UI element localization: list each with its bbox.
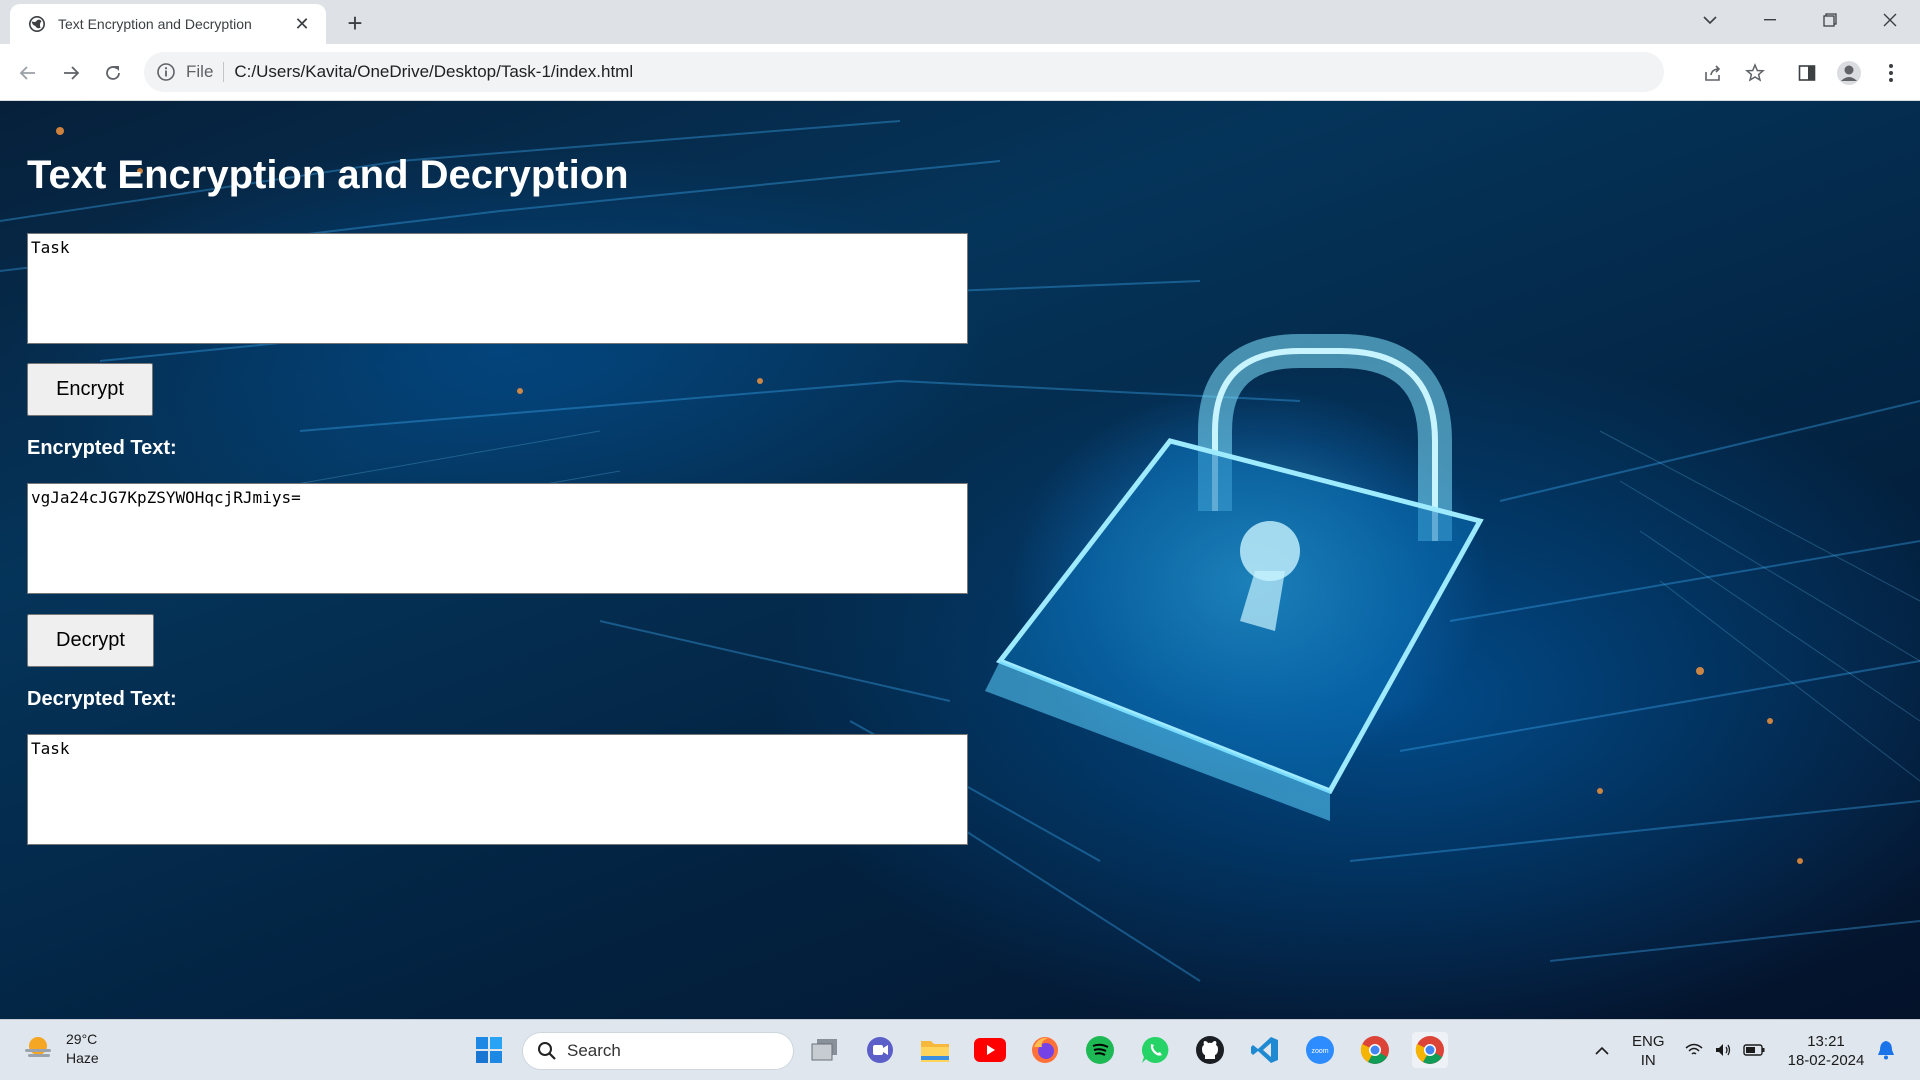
reload-button[interactable] bbox=[96, 56, 130, 90]
decrypted-output-textarea[interactable]: Task bbox=[27, 734, 968, 845]
chrome-active-icon[interactable] bbox=[1412, 1032, 1448, 1068]
weather-temperature: 29°C bbox=[66, 1031, 98, 1047]
side-panel-icon[interactable] bbox=[1790, 56, 1824, 90]
decrypted-text-label: Decrypted Text: bbox=[27, 688, 177, 710]
restore-button[interactable] bbox=[1800, 0, 1860, 40]
share-icon[interactable] bbox=[1696, 56, 1730, 90]
weather-haze-icon bbox=[25, 1037, 51, 1057]
task-view-icon[interactable] bbox=[807, 1032, 843, 1068]
tab-strip: Text Encryption and Decryption ✕ + bbox=[0, 0, 1920, 44]
close-tab-icon[interactable]: ✕ bbox=[290, 12, 314, 36]
whatsapp-icon[interactable] bbox=[1137, 1032, 1173, 1068]
zoom-icon[interactable]: zoom bbox=[1302, 1032, 1338, 1068]
encrypted-text-label: Encrypted Text: bbox=[27, 437, 177, 459]
encrypt-button[interactable]: Encrypt bbox=[27, 363, 153, 416]
github-icon[interactable] bbox=[1192, 1032, 1228, 1068]
file-explorer-icon[interactable] bbox=[917, 1032, 953, 1068]
region-code: IN bbox=[1640, 1052, 1656, 1069]
menu-dots-icon[interactable] bbox=[1874, 56, 1908, 90]
page-title: Text Encryption and Decryption bbox=[27, 153, 629, 197]
weather-widget[interactable]: 29°C Haze bbox=[22, 1030, 99, 1068]
bookmark-star-icon[interactable] bbox=[1738, 56, 1772, 90]
weather-description: Haze bbox=[66, 1050, 99, 1066]
start-icon[interactable] bbox=[471, 1032, 507, 1068]
encrypted-output-textarea[interactable]: vgJa24cJG7KpZSYWOHqcjRJmiys= bbox=[27, 483, 968, 594]
clock[interactable]: 13:21 18-02-2024 bbox=[1782, 1032, 1870, 1070]
close-window-button[interactable] bbox=[1860, 0, 1920, 40]
profile-avatar-icon[interactable] bbox=[1832, 56, 1866, 90]
language-code: ENG bbox=[1632, 1033, 1665, 1050]
battery-icon bbox=[1742, 1044, 1765, 1056]
youtube-icon[interactable] bbox=[972, 1032, 1008, 1068]
tab-title: Text Encryption and Decryption bbox=[58, 16, 252, 32]
firefox-icon[interactable] bbox=[1027, 1032, 1063, 1068]
globe-icon bbox=[28, 15, 46, 33]
browser-toolbar: File C:/Users/Kavita/OneDrive/Desktop/Ta… bbox=[0, 44, 1920, 101]
vscode-icon[interactable] bbox=[1247, 1032, 1283, 1068]
address-bar[interactable]: File C:/Users/Kavita/OneDrive/Desktop/Ta… bbox=[144, 52, 1664, 92]
input-textarea[interactable]: Task bbox=[27, 233, 968, 344]
browser-tab[interactable]: Text Encryption and Decryption ✕ bbox=[10, 4, 326, 44]
volume-icon bbox=[1715, 1044, 1731, 1056]
info-icon[interactable] bbox=[156, 62, 176, 82]
search-icon bbox=[538, 1042, 556, 1060]
address-scheme: File bbox=[186, 62, 225, 82]
clock-time: 13:21 bbox=[1807, 1033, 1845, 1050]
tab-search-chevron-icon[interactable] bbox=[1680, 0, 1740, 40]
search-placeholder: Search bbox=[567, 1041, 621, 1060]
taskbar-search-box[interactable]: Search bbox=[522, 1032, 794, 1070]
forward-button[interactable] bbox=[54, 56, 88, 90]
chrome-icon[interactable] bbox=[1357, 1032, 1393, 1068]
page-viewport: Text Encryption and Decryption Task Encr… bbox=[0, 101, 1920, 1019]
notification-bell-icon[interactable] bbox=[1868, 1032, 1904, 1068]
new-tab-button[interactable]: + bbox=[340, 8, 370, 38]
spotify-icon[interactable] bbox=[1082, 1032, 1118, 1068]
minimize-button[interactable] bbox=[1740, 0, 1800, 40]
address-url[interactable]: C:/Users/Kavita/OneDrive/Desktop/Task-1/… bbox=[234, 62, 633, 82]
tray-chevron-up-icon[interactable] bbox=[1584, 1032, 1620, 1068]
clock-date: 18-02-2024 bbox=[1787, 1052, 1865, 1069]
system-tray-icons[interactable] bbox=[1680, 1032, 1770, 1068]
wifi-icon bbox=[1685, 1043, 1703, 1055]
windows-taskbar: 29°C Haze Search zoom ENG IN 13:21 18-02… bbox=[0, 1019, 1920, 1080]
svg-text:zoom: zoom bbox=[1311, 1048, 1328, 1055]
back-button[interactable] bbox=[11, 56, 45, 90]
meet-icon[interactable] bbox=[862, 1032, 898, 1068]
language-indicator[interactable]: ENG IN bbox=[1632, 1032, 1665, 1070]
decrypt-button[interactable]: Decrypt bbox=[27, 614, 154, 667]
